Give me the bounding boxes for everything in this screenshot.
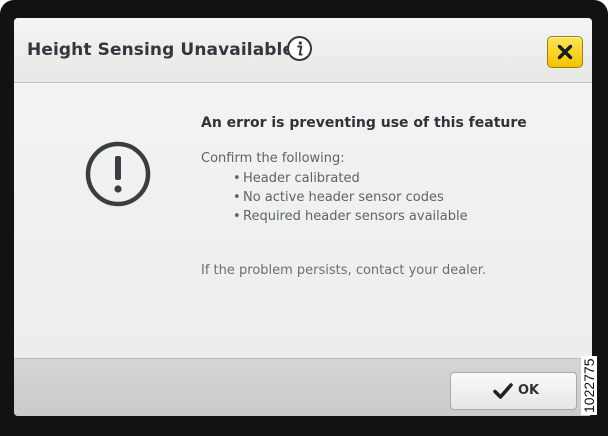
ok-button[interactable]: OK [450,372,577,410]
checkmark-icon [493,383,513,399]
checklist-item: • No active header sensor codes [233,190,444,205]
close-button[interactable] [547,36,583,68]
dialog-title-bar: Height Sensing Unavailable [14,18,592,83]
checklist-item: • Header calibrated [233,171,360,186]
info-icon[interactable] [286,35,313,62]
error-heading: An error is preventing use of this featu… [201,115,527,131]
dialog-title: Height Sensing Unavailable [27,40,295,60]
checklist-intro: Confirm the following: [201,151,345,166]
dialog-content: An error is preventing use of this featu… [14,83,592,358]
dealer-note: If the problem persists, contact your de… [201,263,487,278]
checklist-item: • Required header sensors available [233,209,468,224]
dialog-window: Height Sensing Unavailable An error is p… [14,18,592,416]
exclamation-circle-icon [78,134,158,214]
ok-label: OK [518,383,540,398]
figure-reference-number: 1022775 [581,356,597,415]
close-icon [557,44,573,60]
checklist: • Header calibrated • No active header sen… [233,171,468,228]
dialog-footer: OK [14,358,592,416]
